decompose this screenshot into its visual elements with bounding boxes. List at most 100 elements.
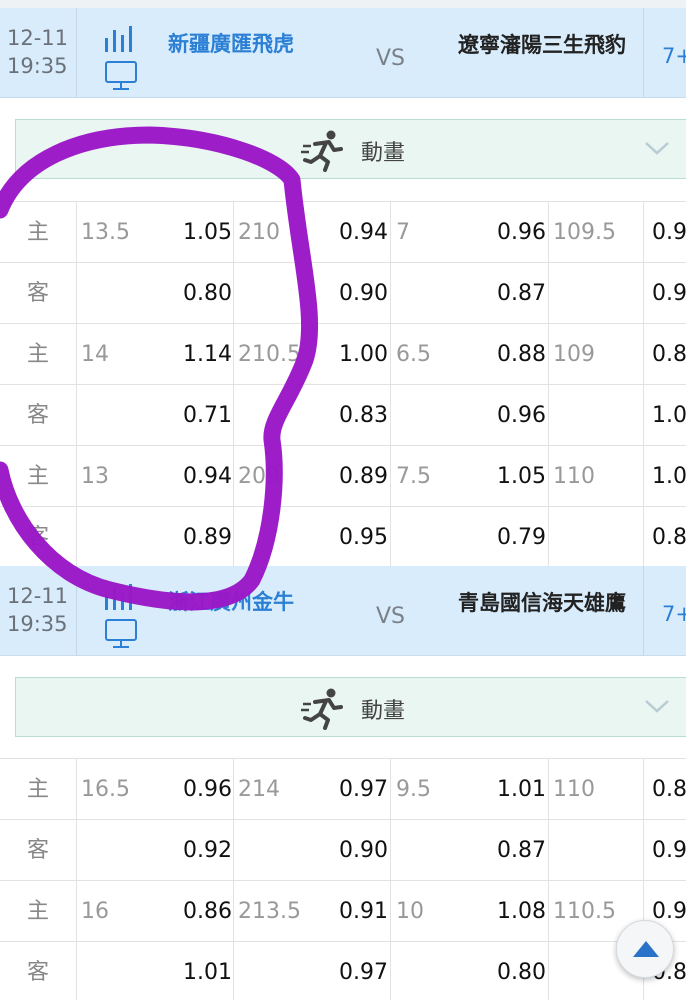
half-handicap-odds[interactable]: 0.80 xyxy=(460,942,546,1000)
half-handicap-odds[interactable]: 0.96 xyxy=(460,385,546,446)
total-odds[interactable]: 0.97 xyxy=(300,759,388,820)
handicap-line xyxy=(81,385,161,446)
side-label: 主 xyxy=(0,446,77,507)
column-divider xyxy=(643,202,644,262)
handicap-odds[interactable]: 0.86 xyxy=(150,881,232,942)
tv-live-icon[interactable] xyxy=(104,60,140,92)
half-total-odds[interactable]: 0.8 xyxy=(652,507,686,568)
column-divider xyxy=(233,324,234,384)
handicap-line xyxy=(81,263,161,324)
column-divider xyxy=(548,759,549,819)
column-divider xyxy=(233,881,234,941)
column-divider xyxy=(390,820,391,880)
chevron-down-icon[interactable] xyxy=(644,696,670,716)
column-divider xyxy=(548,202,549,262)
side-label: 主 xyxy=(0,324,77,385)
animation-toggle-bar[interactable]: 動畫 xyxy=(15,119,686,179)
handicap-odds[interactable]: 1.05 xyxy=(150,202,232,263)
more-markets-link[interactable]: 7+ xyxy=(643,8,686,97)
half-total-odds[interactable]: 0.9 xyxy=(652,820,686,881)
tv-live-icon[interactable] xyxy=(104,618,140,650)
half-total-line xyxy=(553,263,643,324)
table-row: 主 13.5 1.05 210 0.94 7 0.96 109.5 0.9 xyxy=(0,202,686,263)
half-handicap-odds[interactable]: 1.01 xyxy=(460,759,546,820)
half-handicap-odds[interactable]: 0.79 xyxy=(460,507,546,568)
column-divider xyxy=(390,202,391,262)
stats-bar-chart-icon[interactable] xyxy=(102,26,138,54)
top-strip xyxy=(0,0,686,8)
home-team-link[interactable]: 浙江廣州金牛 xyxy=(168,586,294,616)
column-divider xyxy=(233,385,234,445)
handicap-odds[interactable]: 1.14 xyxy=(150,324,232,385)
side-label: 主 xyxy=(0,881,77,942)
side-label: 主 xyxy=(0,202,77,263)
match-header[interactable]: 12-11 19:35 浙江廣州金牛 VS 青島國信海天雄鷹 7+ xyxy=(0,566,686,656)
half-total-odds[interactable]: 1.0 xyxy=(652,446,686,507)
handicap-odds[interactable]: 0.96 xyxy=(150,759,232,820)
handicap-odds[interactable]: 0.94 xyxy=(150,446,232,507)
half-handicap-odds[interactable]: 0.87 xyxy=(460,820,546,881)
away-team-name: 青島國信海天雄鷹 xyxy=(458,591,626,615)
caret-up-icon xyxy=(633,941,659,957)
away-team-name: 遼寧瀋陽三生飛豹 xyxy=(458,33,626,57)
column-divider xyxy=(548,507,549,567)
table-row: 主 16.5 0.96 214 0.97 9.5 1.01 110 0.8 xyxy=(0,759,686,820)
table-row: 客 0.89 0.95 0.79 0.8 xyxy=(0,507,686,568)
half-total-line: 110 xyxy=(553,777,595,802)
half-total-line xyxy=(553,385,643,446)
column-divider xyxy=(548,942,549,1000)
total-odds[interactable]: 0.90 xyxy=(300,263,388,324)
column-divider xyxy=(643,759,644,819)
total-odds[interactable]: 0.91 xyxy=(300,881,388,942)
match-time: 12-11 19:35 xyxy=(0,566,77,655)
half-total-odds[interactable]: 0.8 xyxy=(652,324,686,385)
handicap-odds[interactable]: 0.92 xyxy=(150,820,232,881)
chevron-down-icon[interactable] xyxy=(644,138,670,158)
handicap-line: 13 xyxy=(81,464,109,489)
half-handicap-odds[interactable]: 1.05 xyxy=(460,446,546,507)
total-odds[interactable]: 1.00 xyxy=(300,324,388,385)
animation-toggle-bar[interactable]: 動畫 xyxy=(15,677,686,737)
total-odds[interactable]: 0.95 xyxy=(300,507,388,568)
column-divider xyxy=(548,881,549,941)
vs-label: VS xyxy=(376,604,406,629)
half-total-odds[interactable]: 0.8 xyxy=(652,759,686,820)
handicap-odds[interactable]: 1.01 xyxy=(150,942,232,1000)
stats-bar-chart-icon[interactable] xyxy=(102,584,138,612)
half-total-odds[interactable]: 0.9 xyxy=(652,263,686,324)
half-total-line: 109 xyxy=(553,342,595,367)
more-markets-link[interactable]: 7+ xyxy=(643,566,686,655)
half-total-odds[interactable]: 1.0 xyxy=(652,385,686,446)
total-odds[interactable]: 0.90 xyxy=(300,820,388,881)
side-label: 主 xyxy=(0,759,77,820)
half-total-line xyxy=(553,507,643,568)
half-total-line xyxy=(553,820,643,881)
vs-label: VS xyxy=(376,46,406,71)
half-handicap-odds[interactable]: 0.96 xyxy=(460,202,546,263)
match-header[interactable]: 12-11 19:35 新疆廣匯飛虎 VS 遼寧瀋陽三生飛豹 7+ xyxy=(0,8,686,98)
table-row: 客 0.71 0.83 0.96 1.0 xyxy=(0,385,686,446)
column-divider xyxy=(643,446,644,506)
side-label: 客 xyxy=(0,385,77,446)
total-odds[interactable]: 0.97 xyxy=(300,942,388,1000)
home-team-link[interactable]: 新疆廣匯飛虎 xyxy=(168,28,294,58)
total-odds[interactable]: 0.89 xyxy=(300,446,388,507)
half-handicap-odds[interactable]: 0.88 xyxy=(460,324,546,385)
total-odds[interactable]: 0.83 xyxy=(300,385,388,446)
table-row: 主 14 1.14 210.5 1.00 6.5 0.88 109 0.8 xyxy=(0,324,686,385)
half-total-odds[interactable]: 0.9 xyxy=(652,202,686,263)
handicap-odds[interactable]: 0.71 xyxy=(150,385,232,446)
handicap-odds[interactable]: 0.89 xyxy=(150,507,232,568)
half-total-line: 110 xyxy=(553,464,595,489)
handicap-line: 14 xyxy=(81,342,109,367)
handicap-line: 13.5 xyxy=(81,220,130,245)
table-row: 客 1.01 0.97 0.80 0.8 xyxy=(0,942,686,1000)
half-total-line: 109.5 xyxy=(553,220,616,245)
column-divider xyxy=(643,263,644,323)
scroll-to-top-button[interactable] xyxy=(616,920,674,978)
total-odds[interactable]: 0.94 xyxy=(300,202,388,263)
column-divider xyxy=(390,324,391,384)
handicap-odds[interactable]: 0.80 xyxy=(150,263,232,324)
half-handicap-odds[interactable]: 1.08 xyxy=(460,881,546,942)
half-handicap-odds[interactable]: 0.87 xyxy=(460,263,546,324)
